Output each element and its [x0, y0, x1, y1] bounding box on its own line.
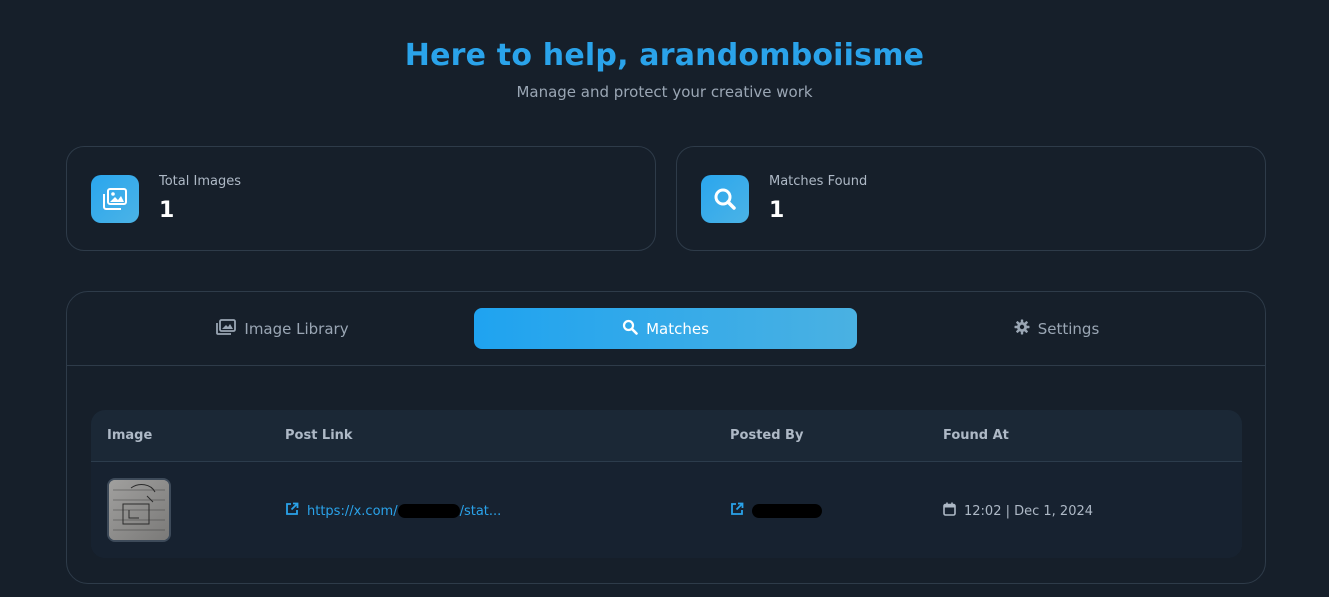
column-header-image: Image: [107, 428, 153, 443]
main-panel: Image Library Matches Settings Image Pos…: [66, 291, 1266, 584]
tab-matches-label: Matches: [646, 319, 709, 338]
column-header-post-link: Post Link: [285, 428, 353, 443]
page-subtitle: Manage and protect your creative work: [516, 83, 813, 101]
column-header-posted-by: Posted By: [730, 428, 804, 443]
total-images-value: 1: [159, 198, 175, 223]
tab-settings-label: Settings: [1037, 319, 1100, 338]
post-link-prefix: https://x.com/: [307, 503, 398, 519]
page-title: Here to help, arandomboiisme: [404, 38, 925, 73]
tab-image-library[interactable]: Image Library: [91, 308, 474, 349]
image-library-icon: [216, 318, 237, 339]
found-at-value: 12:02 | Dec 1, 2024: [964, 503, 1094, 519]
post-link-suffix: /stat...: [459, 503, 502, 519]
calendar-icon: [943, 502, 956, 520]
redacted-username: [397, 504, 460, 518]
tab-image-library-label: Image Library: [244, 319, 349, 338]
external-link-icon: [285, 502, 299, 520]
found-at-cell: 12:02 | Dec 1, 2024: [943, 502, 1093, 520]
post-link[interactable]: https://x.com/ /stat...: [307, 504, 501, 519]
column-header-found-at: Found At: [943, 428, 1009, 443]
tab-matches[interactable]: Matches: [474, 308, 857, 349]
matches-found-value: 1: [769, 198, 785, 223]
page-header: Here to help, arandomboiisme Manage and …: [0, 38, 1329, 101]
post-link-cell[interactable]: https://x.com/ /stat...: [285, 502, 501, 520]
table-row: https://x.com/ /stat... 12:02 | Dec 1, 20…: [91, 462, 1242, 558]
tab-settings[interactable]: Settings: [865, 308, 1248, 349]
matches-found-card: Matches Found 1: [676, 146, 1266, 251]
matches-found-label: Matches Found: [769, 174, 868, 189]
images-icon: [91, 175, 139, 223]
tab-bar: Image Library Matches Settings: [67, 292, 1265, 366]
total-images-label: Total Images: [159, 174, 241, 189]
match-image-thumbnail[interactable]: [107, 478, 171, 542]
posted-by-cell[interactable]: [730, 502, 822, 520]
search-icon: [701, 175, 749, 223]
redacted-poster[interactable]: [752, 504, 822, 518]
total-images-card: Total Images 1: [66, 146, 656, 251]
gear-icon: [1014, 319, 1030, 339]
table-header: Image Post Link Posted By Found At: [91, 410, 1242, 462]
matches-table: Image Post Link Posted By Found At https…: [91, 410, 1242, 558]
external-link-icon: [730, 502, 744, 520]
search-icon: [622, 319, 638, 339]
